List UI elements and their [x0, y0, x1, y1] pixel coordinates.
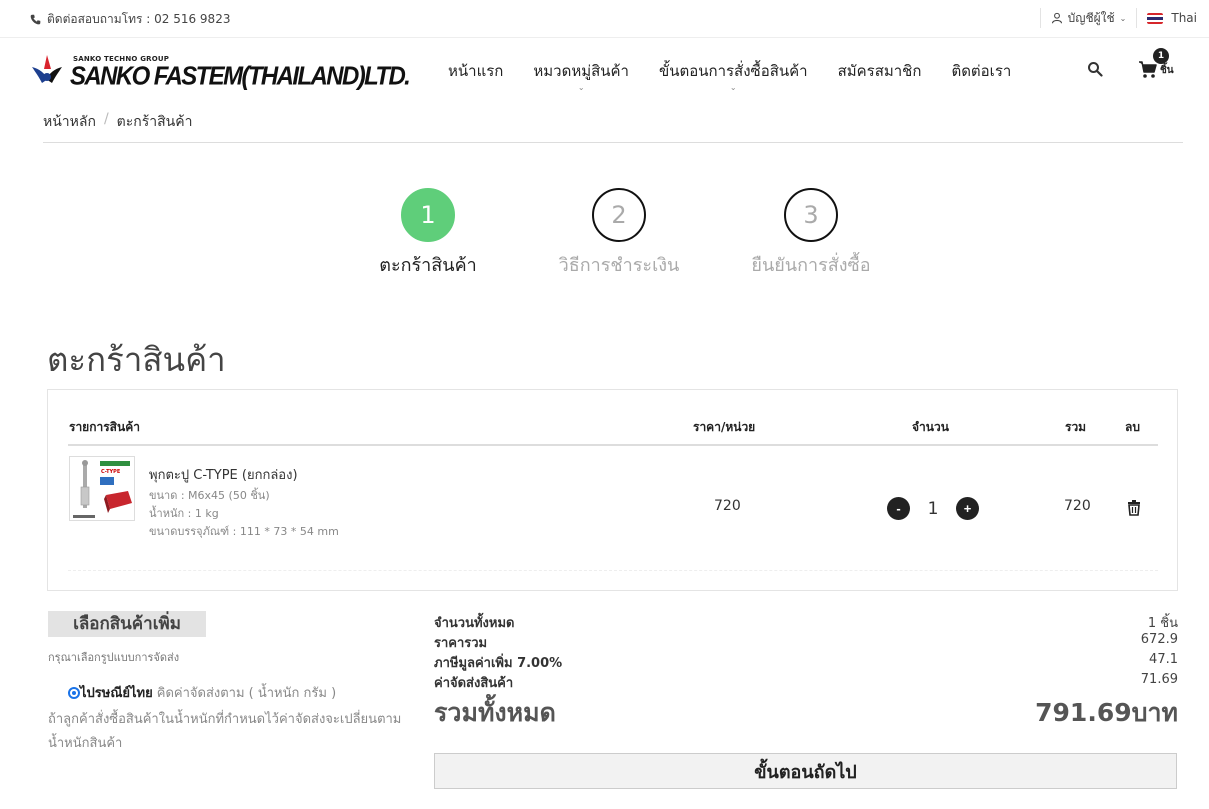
shipping-option-thaipost[interactable]: ไปรษณีย์ไทย คิดค่าจัดส่งตาม ( น้ำหนัก กร… — [68, 682, 336, 703]
shipping-note: กรุณาเลือกรูปแบบการจัดส่ง — [48, 651, 180, 664]
decrease-qty-button[interactable]: - — [887, 497, 910, 520]
breadcrumb: หน้าหลัก / ตะกร้าสินค้า — [43, 111, 192, 133]
main-header: SANKO TECHNO GROUP SANKO FASTEM(THAILAND… — [0, 39, 1209, 101]
cart-button[interactable]: 1 ชิ้น — [1138, 48, 1178, 83]
site-logo[interactable]: SANKO TECHNO GROUP SANKO FASTEM(THAILAND… — [30, 49, 420, 93]
nav-contact[interactable]: ติดต่อเรา — [951, 59, 1011, 83]
increase-qty-button[interactable]: + — [956, 497, 979, 520]
main-nav: หน้าแรก หมวดหมู่สินค้า ⌄ ขั้นตอนการสั่งซื… — [448, 59, 1041, 92]
header-price: ราคา/หน่วย — [693, 420, 756, 434]
language-selector[interactable]: Thai — [1136, 8, 1197, 28]
quantity-stepper: - 1 + — [887, 497, 979, 520]
summary-count-label: จำนวนทั้งหมด — [434, 616, 515, 631]
cart-unit-label: ชิ้น — [1160, 65, 1174, 76]
nav-categories[interactable]: หมวดหมู่สินค้า ⌄ — [533, 59, 629, 92]
step-number: 1 — [401, 188, 455, 242]
contact-phone[interactable]: ติดต่อสอบถามโทร : 02 516 9823 — [30, 10, 230, 29]
contact-text: ติดต่อสอบถามโทร : 02 516 9823 — [47, 12, 231, 26]
language-label: Thai — [1171, 11, 1197, 25]
divider — [68, 444, 1158, 446]
product-thumbnail[interactable]: C-TYPE — [69, 456, 135, 521]
logo-mark-icon — [32, 55, 62, 83]
step-confirm: 3 ยืนยันการสั่งซื้อ — [741, 188, 881, 279]
shipping-warning: ถ้าลูกค้าสั่งซื้อสินค้าในน้ำหนักที่กำหนด… — [48, 712, 402, 751]
summary-subtotal-value: 672.9 — [1140, 632, 1178, 647]
continue-shopping-button[interactable]: เลือกสินค้าเพิ่ม — [48, 611, 206, 637]
step-payment: 2 วิธีการชำระเงิน — [553, 188, 685, 279]
nav-order-steps-label: ขั้นตอนการสั่งซื้อสินค้า — [658, 62, 808, 80]
cart-count-badge: 1 — [1153, 48, 1169, 64]
account-menu[interactable]: บัญชีผู้ใช้ ⌄ — [1039, 8, 1137, 28]
product-package: ขนาดบรรจุภัณฑ์ : 111 * 73 * 54 mm — [149, 525, 339, 538]
summary-vat-label: ภาษีมูลค่าเพิ่ม 7.00% — [434, 656, 563, 671]
summary-shipping-label: ค่าจัดส่งสินค้า — [434, 676, 514, 691]
step-cart: 1 ตะกร้าสินค้า — [373, 188, 483, 279]
product-size: ขนาด : M6x45 (50 ชิ้น) — [149, 489, 270, 502]
summary-shipping-value: 71.69 — [1140, 672, 1178, 687]
breadcrumb-separator: / — [103, 111, 109, 127]
summary-grand-total: รวมทั้งหมด 791.69บาท — [434, 693, 1178, 729]
step-label: ตะกร้าสินค้า — [379, 255, 477, 276]
product-image: C-TYPE — [70, 457, 134, 520]
nav-home[interactable]: หน้าแรก — [448, 59, 503, 83]
header-item: รายการสินค้า — [69, 420, 140, 434]
next-step-button[interactable]: ขั้นตอนถัดไป — [434, 753, 1177, 789]
grand-total-label: รวมทั้งหมด — [434, 698, 556, 727]
cart-icon — [1139, 61, 1157, 78]
nav-home-label: หน้าแรก — [448, 62, 504, 80]
product-name[interactable]: พุกตะปู C-TYPE (ยกกล่อง) — [149, 464, 298, 485]
chevron-down-icon: ⌄ — [1119, 13, 1127, 23]
thumb-label: C-TYPE — [101, 469, 121, 475]
grand-total-value: 791.69บาท — [1035, 698, 1178, 727]
step-number: 2 — [592, 188, 646, 242]
header-total: รวม — [1065, 420, 1087, 434]
nav-register-label: สมัครสมาชิก — [837, 62, 922, 80]
summary-vat-value: 47.1 — [1149, 652, 1178, 667]
user-icon — [1051, 12, 1062, 24]
divider — [43, 142, 1183, 143]
page-title: ตะกร้าสินค้า — [47, 340, 226, 379]
breadcrumb-current: ตะกร้าสินค้า — [116, 114, 193, 130]
shipping-option-detail: คิดค่าจัดส่งตาม ( น้ำหนัก กรัม ) — [156, 686, 337, 701]
header-qty: จำนวน — [912, 420, 949, 434]
summary-count-value: 1 ชิ้น — [1147, 616, 1178, 631]
divider — [68, 570, 1158, 571]
summary-subtotal-label: ราคารวม — [434, 636, 488, 651]
top-bar: ติดต่อสอบถามโทร : 02 516 9823 บัญชีผู้ใช… — [0, 0, 1209, 38]
nav-categories-label: หมวดหมู่สินค้า — [533, 62, 629, 80]
search-icon[interactable] — [1087, 61, 1103, 77]
shipping-radio[interactable] — [68, 686, 80, 699]
phone-icon — [30, 14, 41, 25]
unit-price: 720 — [714, 498, 741, 514]
step-number: 3 — [784, 188, 838, 242]
quantity-value: 1 — [927, 498, 939, 519]
shipping-option-name: ไปรษณีย์ไทย — [80, 686, 153, 701]
thai-flag-icon — [1147, 12, 1164, 24]
chevron-down-icon: ⌄ — [729, 83, 737, 92]
logo-company-name: SANKO FASTEM(THAILAND)LTD. — [70, 61, 411, 92]
breadcrumb-home[interactable]: หน้าหลัก — [43, 111, 96, 133]
step-label: ยืนยันการสั่งซื้อ — [751, 255, 871, 276]
nav-register[interactable]: สมัครสมาชิก — [838, 59, 922, 83]
trash-icon[interactable] — [1127, 500, 1141, 516]
account-label: บัญชีผู้ใช้ — [1067, 10, 1115, 25]
product-weight: น้ำหนัก : 1 kg — [149, 507, 219, 520]
step-label: วิธีการชำระเงิน — [558, 255, 680, 276]
chevron-down-icon: ⌄ — [577, 83, 585, 92]
row-total: 720 — [1064, 498, 1091, 514]
header-delete: ลบ — [1125, 420, 1140, 434]
cart-table: รายการสินค้า ราคา/หน่วย จำนวน รวม ลบ C-T… — [47, 389, 1178, 591]
nav-order-steps[interactable]: ขั้นตอนการสั่งซื้อสินค้า ⌄ — [658, 59, 808, 92]
nav-contact-label: ติดต่อเรา — [951, 62, 1012, 80]
